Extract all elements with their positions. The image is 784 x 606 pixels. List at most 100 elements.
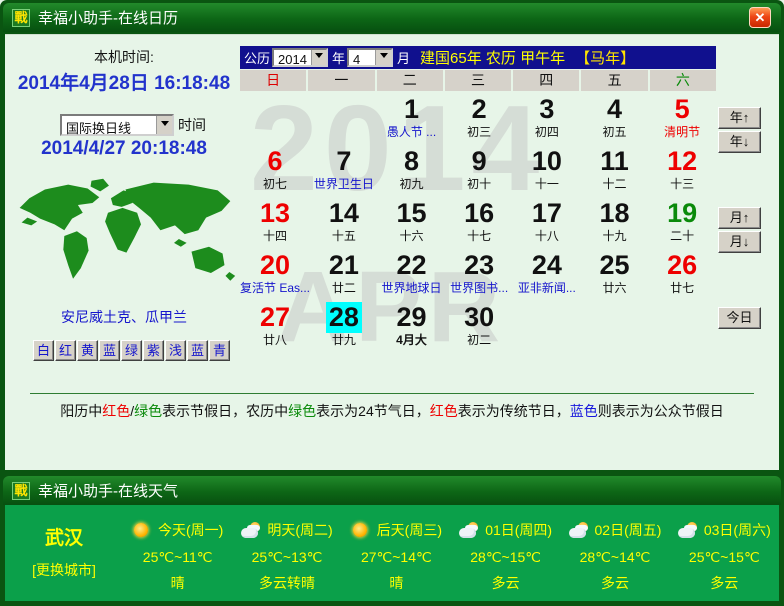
day-number: 26 bbox=[667, 250, 698, 280]
weather-icon bbox=[241, 521, 261, 539]
calendar-day-cell[interactable]: 12 十三 bbox=[648, 145, 716, 197]
forecast-day: 02日(周五) 28℃~14℃ 多云 bbox=[560, 505, 669, 601]
day-sublabel: 初七 bbox=[263, 177, 288, 191]
timezone-select[interactable]: 国际换日线 bbox=[60, 114, 174, 136]
calendar-day-cell[interactable]: 8 初九 bbox=[378, 145, 446, 197]
day-sublabel: 亚非新闻... bbox=[517, 281, 576, 295]
weather-icon bbox=[351, 522, 371, 539]
calendar-day-cell[interactable]: 16 十七 bbox=[445, 197, 513, 249]
day-number: 21 bbox=[328, 250, 359, 280]
calendar-day-cell[interactable] bbox=[513, 301, 581, 353]
day-number: 12 bbox=[667, 146, 698, 176]
timezone-select-value: 国际换日线 bbox=[66, 121, 132, 136]
timezone-suffix-label: 时间 bbox=[178, 117, 206, 133]
calendar-day-cell[interactable]: 20 复活节 Eas... bbox=[240, 249, 310, 301]
weather-icon bbox=[459, 521, 479, 539]
chevron-down-icon[interactable] bbox=[156, 116, 172, 134]
calendar-day-cell[interactable]: 10 十一 bbox=[513, 145, 581, 197]
calendar-day-cell[interactable]: 1 愚人节 ... bbox=[378, 93, 446, 145]
forecast-condition: 晴 bbox=[389, 575, 404, 591]
calendar-day-cell[interactable] bbox=[310, 93, 378, 145]
color-button[interactable]: 浅 bbox=[165, 340, 186, 361]
color-button[interactable]: 紫 bbox=[143, 340, 164, 361]
month-down-button[interactable]: 月↓ bbox=[718, 231, 761, 253]
day-number: 14 bbox=[328, 198, 359, 228]
calendar-day-cell[interactable] bbox=[240, 93, 310, 145]
today-button[interactable]: 今日 bbox=[718, 307, 761, 329]
day-sublabel: 世界卫生日 bbox=[313, 177, 374, 191]
calendar-day-cell[interactable] bbox=[648, 301, 716, 353]
chevron-down-icon[interactable] bbox=[375, 50, 392, 65]
calendar-day-cell[interactable]: 4 初五 bbox=[581, 93, 649, 145]
color-button[interactable]: 白 bbox=[33, 340, 54, 361]
calendar-day-cell[interactable]: 29 4月大 bbox=[378, 301, 446, 353]
calendar-day-cell[interactable]: 11 十二 bbox=[581, 145, 649, 197]
legend-segment: 绿色 bbox=[288, 403, 317, 419]
calendar-day-cell[interactable]: 2 初三 bbox=[445, 93, 513, 145]
calendar-day-cell[interactable]: 26 廿七 bbox=[648, 249, 716, 301]
forecast-day: 明天(周二) 25℃~13℃ 多云转晴 bbox=[232, 505, 341, 601]
day-sublabel: 二十 bbox=[670, 229, 695, 243]
calendar-day-cell[interactable]: 30 初二 bbox=[445, 301, 513, 353]
day-number: 4 bbox=[606, 94, 623, 124]
day-sublabel: 十七 bbox=[467, 229, 492, 243]
month-up-button[interactable]: 月↑ bbox=[718, 207, 761, 229]
forecast-temperature: 25℃~13℃ bbox=[251, 549, 323, 565]
day-sublabel: 廿九 bbox=[331, 333, 356, 347]
month-select-value: 4 bbox=[353, 52, 361, 67]
calendar-day-cell[interactable]: 9 初十 bbox=[445, 145, 513, 197]
calendar-day-cell[interactable] bbox=[581, 301, 649, 353]
chevron-down-icon[interactable] bbox=[310, 50, 327, 65]
month-select[interactable]: 4 bbox=[347, 48, 394, 67]
calendar-day-cell[interactable]: 27 廿八 bbox=[240, 301, 310, 353]
calendar-day-cell[interactable]: 14 十五 bbox=[310, 197, 378, 249]
calendar-day-cell[interactable]: 17 十八 bbox=[513, 197, 581, 249]
calendar-day-cell[interactable]: 25 廿六 bbox=[581, 249, 649, 301]
city-name: 武汉 bbox=[44, 528, 83, 549]
day-sublabel: 初四 bbox=[534, 125, 559, 139]
calendar-day-cell[interactable]: 22 世界地球日 bbox=[378, 249, 446, 301]
year-down-button[interactable]: 年↓ bbox=[718, 131, 761, 153]
day-number: 6 bbox=[267, 146, 283, 176]
color-button[interactable]: 绿 bbox=[121, 340, 142, 361]
forecast-row: 今天(周一) 25℃~11℃ 晴 明天(周二) 25℃~13℃ 多云转晴 后天(… bbox=[123, 505, 779, 601]
calendar-day-cell[interactable]: 19 二十 bbox=[648, 197, 716, 249]
forecast-condition: 多云 bbox=[710, 575, 739, 591]
calendar-day-cell[interactable]: 5 清明节 bbox=[648, 93, 716, 145]
day-number: 3 bbox=[539, 94, 555, 124]
calendar-day-cell[interactable]: 7 世界卫生日 bbox=[310, 145, 378, 197]
day-sublabel: 初九 bbox=[399, 177, 424, 191]
calendar-day-cell[interactable]: 24 亚非新闻... bbox=[513, 249, 581, 301]
day-number: 25 bbox=[599, 250, 630, 280]
calendar-window: 戰 幸福小助手-在线日历 ✕ 本机时间: 2014年4月28日 16:18:48… bbox=[0, 0, 784, 473]
close-icon[interactable]: ✕ bbox=[749, 7, 771, 28]
color-button[interactable]: 青 bbox=[209, 340, 230, 361]
calendar-day-cell[interactable]: 3 初四 bbox=[513, 93, 581, 145]
day-sublabel: 廿六 bbox=[602, 281, 627, 295]
color-button[interactable]: 黄 bbox=[77, 340, 98, 361]
forecast-day-label: 01日(周四) bbox=[485, 522, 553, 538]
zodiac-year-label: 【马年】 bbox=[575, 50, 636, 67]
legend-segment: 绿色 bbox=[134, 403, 163, 419]
forecast-day: 后天(周三) 27℃~14℃ 晴 bbox=[342, 505, 451, 601]
day-sublabel: 复活节 Eas... bbox=[240, 281, 311, 295]
calendar-day-cell[interactable]: 18 十九 bbox=[581, 197, 649, 249]
calendar-day-cell[interactable]: 15 十六 bbox=[378, 197, 446, 249]
calendar-day-cell[interactable]: 23 世界图书... bbox=[445, 249, 513, 301]
calendar-day-cell[interactable]: 21 廿二 bbox=[310, 249, 378, 301]
color-button[interactable]: 红 bbox=[55, 340, 76, 361]
forecast-day-label: 明天(周二) bbox=[267, 522, 333, 538]
calendar-titlebar: 戰 幸福小助手-在线日历 ✕ bbox=[3, 3, 781, 32]
change-city-link[interactable]: [更换城市] bbox=[5, 560, 123, 580]
calendar-day-cell[interactable]: 13 十四 bbox=[240, 197, 310, 249]
year-up-button[interactable]: 年↑ bbox=[718, 107, 761, 129]
day-sublabel: 廿七 bbox=[670, 281, 695, 295]
day-number: 29 bbox=[396, 302, 427, 332]
calendar-day-cell[interactable]: 28 廿九 bbox=[310, 301, 378, 353]
color-button[interactable]: 蓝 bbox=[99, 340, 120, 361]
day-sublabel: 世界地球日 bbox=[381, 281, 442, 295]
color-button[interactable]: 蓝 bbox=[187, 340, 208, 361]
day-number: 5 bbox=[674, 94, 690, 124]
calendar-day-cell[interactable]: 6 初七 bbox=[240, 145, 310, 197]
year-select[interactable]: 2014 bbox=[272, 48, 329, 67]
